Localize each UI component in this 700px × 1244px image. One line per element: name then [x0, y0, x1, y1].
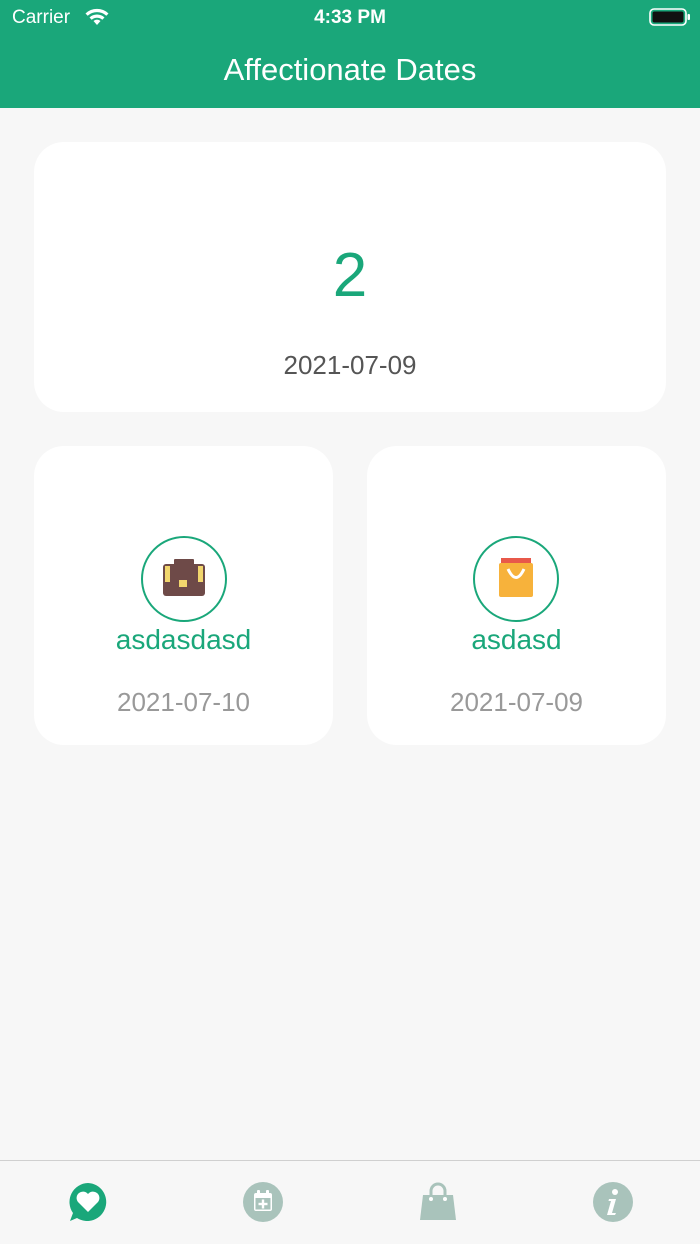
navigation-header: Carrier 4:33 PM Affectionate Dates: [0, 0, 700, 108]
bag-icon: [420, 1182, 456, 1220]
icon-circle: [473, 536, 559, 622]
summary-count: 2: [332, 241, 368, 310]
battery-icon: [649, 8, 690, 26]
item-date: 2021-07-10: [117, 687, 250, 717]
tab-info[interactable]: [525, 1161, 700, 1244]
summary-date: 2021-07-09: [283, 350, 417, 380]
shopping-bag-icon: [499, 558, 533, 597]
item-name: asdasd: [471, 624, 562, 655]
calendar-add-icon: [243, 1182, 283, 1222]
date-card-2[interactable]: asdasd 2021-07-09: [367, 446, 666, 745]
tab-bar: [0, 1160, 700, 1244]
tab-add-date[interactable]: [175, 1161, 350, 1244]
item-name: asdasdasd: [115, 624, 252, 655]
icon-circle: [141, 536, 227, 622]
heart-chat-icon: [69, 1183, 107, 1221]
tab-shop[interactable]: [350, 1161, 525, 1244]
status-time: 4:33 PM: [314, 7, 386, 28]
briefcase-icon: [163, 559, 205, 596]
item-date: 2021-07-09: [450, 687, 583, 717]
page-title: Affectionate Dates: [223, 52, 477, 87]
info-icon: [593, 1182, 633, 1222]
tab-dates[interactable]: [0, 1161, 175, 1244]
status-bar: Carrier 4:33 PM: [0, 0, 700, 36]
date-card-1[interactable]: asdasdasd 2021-07-10: [34, 446, 333, 745]
